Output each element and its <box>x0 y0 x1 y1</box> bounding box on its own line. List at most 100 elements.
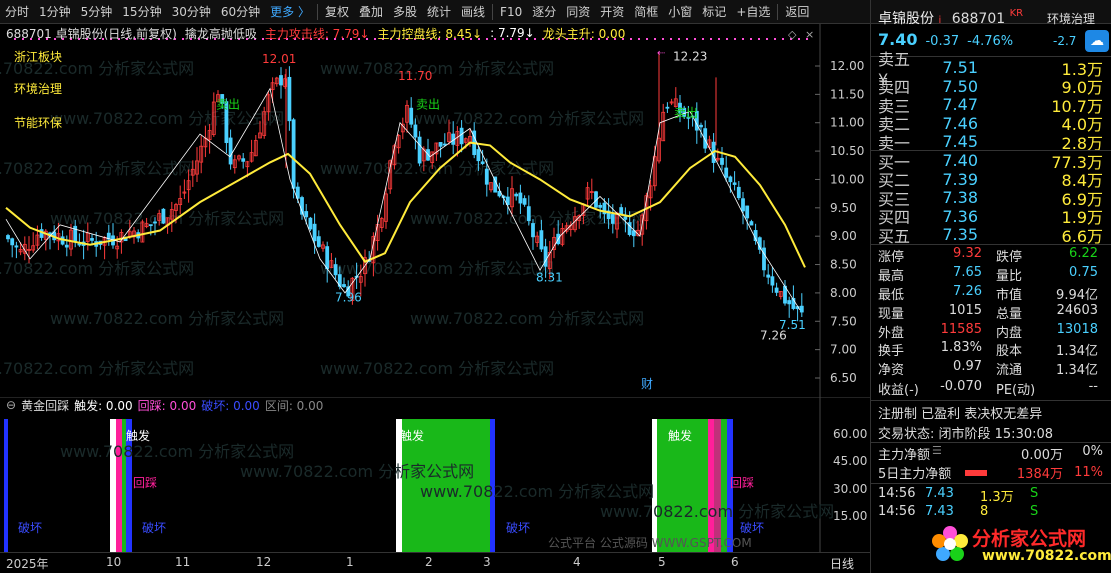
stat-label: 现量 <box>878 307 905 322</box>
candle-body <box>14 245 19 248</box>
price-label: 7.00 <box>830 343 857 357</box>
candle-body <box>10 238 15 246</box>
kline-chart[interactable]: 12.00 11.50 11.00 10.50 10.00 9.50 9.00 8.50 8.0… <box>0 24 870 397</box>
candle-body <box>413 124 418 138</box>
toolbar-item[interactable]: 分时 <box>0 3 34 20</box>
divider <box>870 442 1111 443</box>
order-price: 7.38 <box>942 188 978 207</box>
low-label: 8.31 <box>536 271 563 285</box>
candle-body <box>279 75 283 86</box>
candle-body <box>598 204 603 208</box>
toolbar-item[interactable]: 标记 <box>697 3 731 20</box>
time-axis: 2025年 10 11 12 1 2 3 4 5 6 日线 <box>0 552 870 573</box>
toolbar-item[interactable]: 更多 〉 <box>265 3 315 20</box>
order-price: 7.40 <box>942 151 978 170</box>
sub-y-label: 60.00 <box>833 427 867 441</box>
tick-cell: 7.43 <box>925 486 954 501</box>
tick-cell: 8 <box>980 504 989 519</box>
sector-pct: -2.7 <box>1053 34 1077 48</box>
indicator-name[interactable]: 擒龙高抛低吸 <box>185 25 257 42</box>
trigger-text: 触发 <box>668 428 692 443</box>
candle-body <box>228 137 233 165</box>
list-icon[interactable]: ☰ <box>932 444 942 463</box>
info-icon[interactable]: i <box>938 15 941 26</box>
toolbar-item[interactable]: 15分钟 <box>117 3 166 20</box>
candle-body <box>724 167 729 178</box>
stat-label: 量比 <box>996 269 1023 284</box>
stat-label: 市值 <box>996 288 1023 303</box>
marker-icon: ⇠ <box>657 48 666 59</box>
toolbar-item[interactable]: 60分钟 <box>216 3 265 20</box>
kr-badge: KR <box>1009 8 1024 19</box>
candle-body <box>316 236 321 247</box>
candle-body <box>442 143 447 146</box>
sub-indicator-chart[interactable]: 60.00 45.00 30.00 15.00 触发 触发 触发回踩 回踩破坏 破坏 破坏 破坏公式… <box>0 397 870 552</box>
candle-body <box>417 136 422 164</box>
cloud-icon[interactable]: ☁ <box>1085 30 1109 52</box>
watermark: www.70822.com 分析家公式网 <box>320 59 554 78</box>
toolbar-item[interactable]: F10 <box>495 5 527 19</box>
candle-body <box>484 168 489 185</box>
watermark: www.70822.com 分析家公式网 <box>0 159 194 178</box>
order-price: 7.45 <box>942 132 978 151</box>
divider <box>870 483 1111 484</box>
quote-header: 卓锦股份 i 688701 KR 环境治理 7.40 -0.37 -4.76% … <box>870 2 1111 52</box>
toolbar-item[interactable]: 5分钟 <box>76 3 118 20</box>
candle-body <box>699 124 703 128</box>
candle-body <box>736 186 741 199</box>
toolbar-item[interactable]: 30分钟 <box>167 3 216 20</box>
price-label: 8.00 <box>830 286 857 300</box>
stat-value: 24603 <box>1056 303 1098 318</box>
stat-label: 最低 <box>878 288 905 303</box>
toolbar-item[interactable]: 画线 <box>456 3 490 20</box>
toolbar-item[interactable]: 开资 <box>595 3 629 20</box>
toolbar-item[interactable]: 逐分 <box>527 3 561 20</box>
tick-cell: 7.43 <box>925 504 954 519</box>
price-label: 8.50 <box>830 258 857 272</box>
sector-label-3[interactable]: 节能环保 <box>14 114 62 131</box>
watermark: www.70822.com 分析家公式网 <box>60 442 294 461</box>
sector-label-2[interactable]: 环境治理 <box>14 80 62 97</box>
toolbar-item[interactable]: 简框 <box>629 3 663 20</box>
candle-body <box>539 230 544 250</box>
toolbar-item[interactable]: 多股 <box>388 3 422 20</box>
order-row[interactable]: 买五 7.35 6.6万 <box>878 225 1103 246</box>
collapse-icon[interactable]: ⊖ <box>6 398 16 412</box>
candle-body <box>308 217 313 230</box>
candle-body <box>531 223 535 238</box>
tick-cell: 14:56 <box>878 486 916 501</box>
toolbar-item[interactable]: +自选 <box>731 3 775 20</box>
price-label: 11.00 <box>830 116 864 130</box>
stat-value: 6.22 <box>1069 246 1098 261</box>
candle-body <box>766 274 771 278</box>
toolbar-item[interactable]: 返回 <box>780 3 814 20</box>
toolbar-item[interactable]: 统计 <box>422 3 456 20</box>
low-label: 7.96 <box>335 290 362 304</box>
toolbar-item[interactable]: 同资 <box>561 3 595 20</box>
trading-app: { "toolbar": { "items": ["分时","1分钟","5分钟… <box>0 0 1111 573</box>
candle-body <box>728 176 733 183</box>
stat-value: 0.97 <box>953 359 982 374</box>
net5-label: 5日主力净额 <box>878 467 952 482</box>
divider <box>870 244 1111 245</box>
sector-label-1[interactable]: 浙江板块 <box>14 48 62 65</box>
period-mode[interactable]: 日线 <box>830 555 854 572</box>
divider <box>870 400 1111 401</box>
stat-label: 流通 <box>996 363 1023 378</box>
sub-title[interactable]: 黄金回踩 <box>21 397 69 414</box>
order-price: 7.35 <box>942 225 978 244</box>
order-volume: 6.6万 <box>1061 226 1103 246</box>
toolbar-item[interactable]: 1分钟 <box>34 3 76 20</box>
candle-body <box>241 158 246 162</box>
toolbar-item[interactable]: 小窗 <box>663 3 697 20</box>
watermark: www.70822.com 分析家公式网 <box>410 109 644 128</box>
stock-name: 卓锦股份 <box>878 11 934 27</box>
toolbar-item[interactable]: 复权 <box>320 3 354 20</box>
order-price: 7.39 <box>942 169 978 189</box>
watermark: www.70822.com 分析家公式网 <box>240 462 474 481</box>
sector-tag[interactable]: 环境治理 <box>1047 10 1095 27</box>
toolbar-item[interactable]: 叠加 <box>354 3 388 20</box>
sub-info-bar: ⊖ 黄金回踩 触发: 0.00 回踩: 0.00 破坏: 0.00 区间: 0.… <box>0 397 870 413</box>
time-label: 10 <box>106 555 122 569</box>
time-label: 2025年 <box>6 557 49 571</box>
